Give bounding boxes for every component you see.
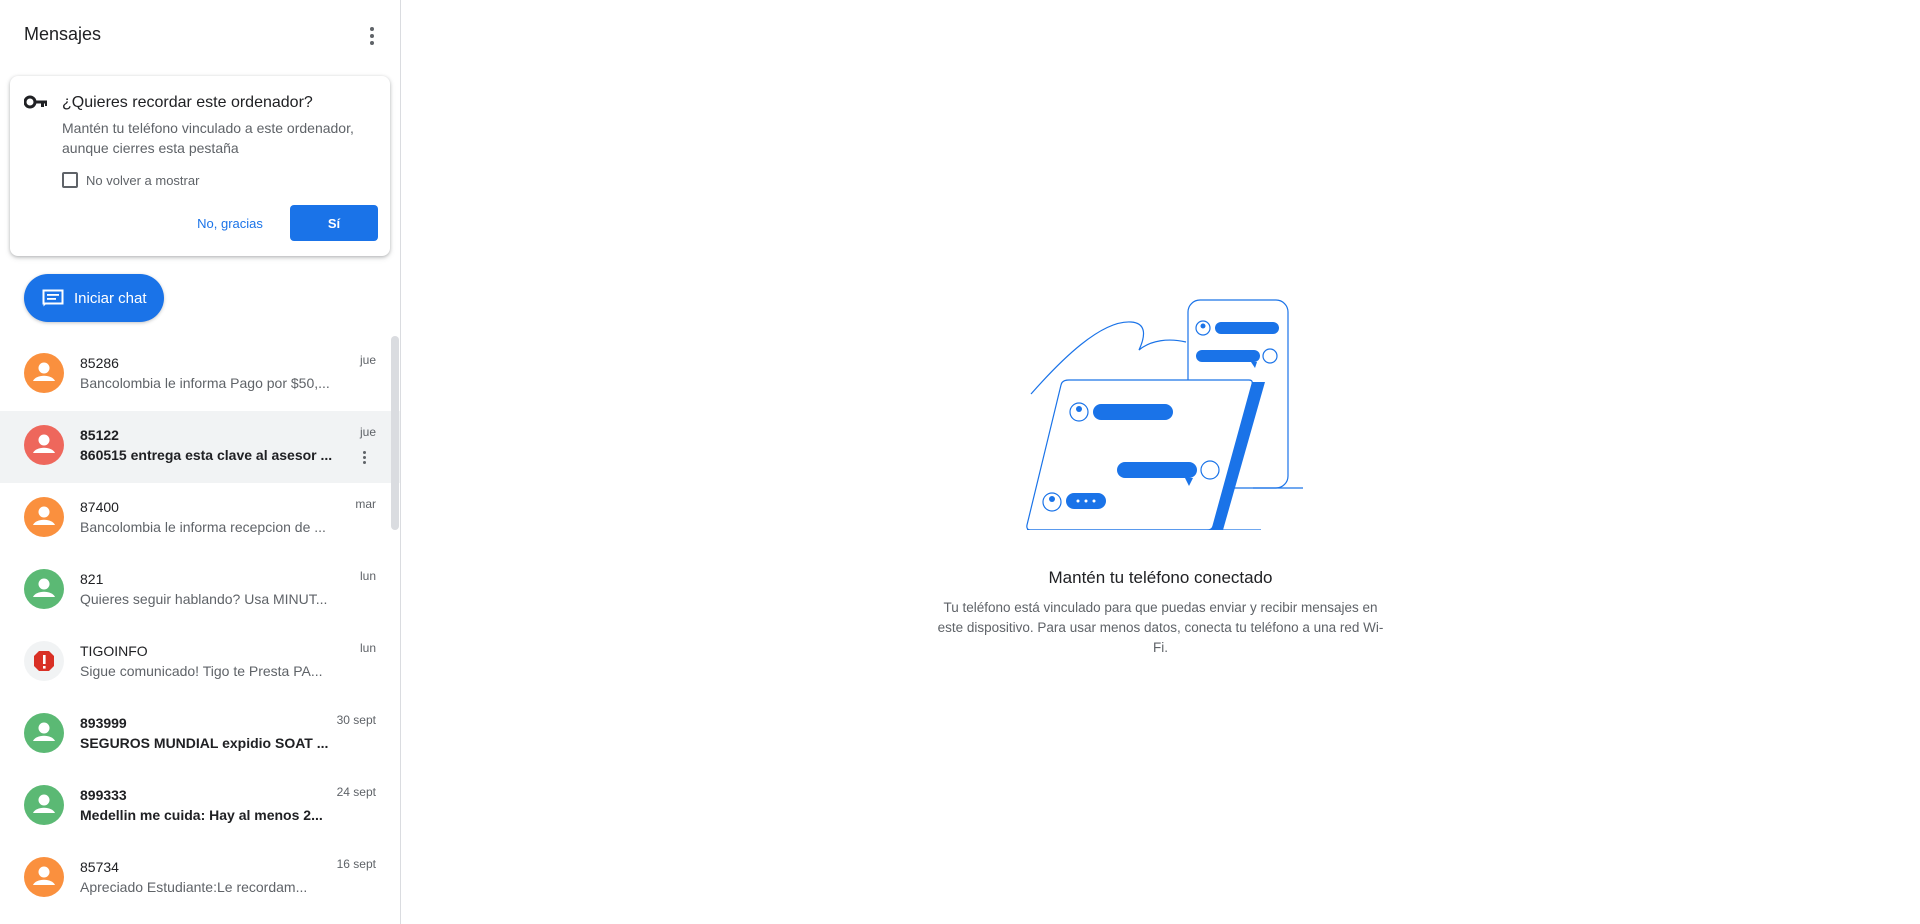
main-panel: Mantén tu teléfono conectado Tu teléfono… — [401, 0, 1920, 924]
no-thanks-button[interactable]: No, gracias — [182, 205, 278, 241]
scrollbar[interactable] — [391, 336, 399, 530]
conversation-snippet: Bancolombia le informa Pago por $50,... — [80, 375, 330, 391]
conversation-time: mar — [355, 497, 376, 511]
app-title: Mensajes — [24, 24, 102, 44]
conversation-name: 821 — [80, 571, 104, 587]
conversation-time: 24 sept — [336, 785, 376, 799]
conversation-time: jue — [359, 425, 376, 439]
remember-computer-card: ¿Quieres recordar este ordenador? Mantén… — [10, 76, 390, 256]
conversation-item[interactable]: 87400 Bancolombia le informa recepcion de… — [0, 483, 400, 555]
contact-avatar-icon — [24, 785, 64, 825]
conversation-time: jue — [359, 353, 376, 367]
conversation-snippet: SEGUROS MUNDIAL expidio SOAT ... — [80, 735, 329, 751]
yes-button[interactable]: Sí — [290, 205, 378, 241]
conversation-name: TIGOINFO — [80, 643, 148, 659]
conversation-time: 16 sept — [336, 857, 376, 871]
checkbox-box[interactable] — [62, 172, 78, 188]
conversation-name: 899333 — [80, 787, 127, 803]
message-icon — [42, 289, 64, 307]
conversation-time: lun — [359, 569, 376, 583]
conversation-snippet: Medellin me cuida: Hay al menos 2... — [80, 807, 323, 823]
warning-avatar-icon — [24, 641, 64, 681]
conversation-name: 85122 — [80, 427, 119, 443]
conversation-snippet: 860515 entrega esta clave al asesor ... — [80, 447, 333, 463]
conversation-time: 30 sept — [336, 713, 376, 727]
conversation-list: 85286 Bancolombia le informa Pago por $50… — [0, 339, 400, 915]
contact-avatar-icon — [24, 497, 64, 537]
dont-show-again-checkbox[interactable]: No volver a mostrar — [62, 172, 199, 188]
conversation-name: 87400 — [80, 499, 119, 515]
conversation-item[interactable]: 893999 SEGUROS MUNDIAL expidio SOAT ... 30… — [0, 699, 400, 771]
conversation-snippet: Sigue comunicado! Tigo te Presta PA... — [80, 663, 323, 679]
conversation-snippet: Apreciado Estudiante:Le recordam... — [80, 879, 308, 895]
conversation-item[interactable]: 85122 860515 entrega esta clave al asesor… — [0, 411, 400, 483]
conversation-item[interactable]: TIGOINFO Sigue comunicado! Tigo te Presta… — [0, 627, 400, 699]
conversation-more-icon[interactable] — [356, 447, 372, 467]
conversation-snippet: Quieres seguir hablando? Usa MINUT... — [80, 591, 328, 607]
contact-avatar-icon — [24, 425, 64, 465]
start-chat-label: Iniciar chat — [74, 289, 147, 307]
connected-title: Mantén tu teléfono conectado — [1048, 568, 1273, 587]
contact-avatar-icon — [24, 569, 64, 609]
more-options-button[interactable] — [358, 22, 386, 50]
checkbox-label: No volver a mostrar — [86, 172, 200, 188]
conversation-item[interactable]: 85734 Apreciado Estudiante:Le recordam...… — [0, 843, 400, 915]
promo-body: Mantén tu teléfono vinculado a este orde… — [62, 120, 354, 156]
conversation-item[interactable]: 821 Quieres seguir hablando? Usa MINUT...… — [0, 555, 400, 627]
conversation-name: 893999 — [80, 715, 127, 731]
conversation-item[interactable]: 85286 Bancolombia le informa Pago por $50… — [0, 339, 400, 411]
conversation-item[interactable]: 899333 Medellin me cuida: Hay al menos 2.… — [0, 771, 400, 843]
conversation-time: lun — [359, 641, 376, 655]
connected-description: Tu teléfono está vinculado para que pued… — [937, 600, 1384, 655]
phone-connected-illustration — [1026, 299, 1303, 530]
promo-title: ¿Quieres recordar este ordenador? — [62, 94, 313, 111]
sidebar: Mensajes ¿Quieres recordar este ordenado… — [0, 0, 401, 924]
contact-avatar-icon — [24, 353, 64, 393]
contact-avatar-icon — [24, 857, 64, 897]
contact-avatar-icon — [24, 713, 64, 753]
start-chat-button[interactable]: Iniciar chat — [24, 274, 164, 322]
conversation-name: 85734 — [80, 859, 119, 875]
conversation-snippet: Bancolombia le informa recepcion de ... — [80, 519, 326, 535]
conversation-name: 85286 — [80, 355, 119, 371]
key-icon — [24, 95, 47, 109]
